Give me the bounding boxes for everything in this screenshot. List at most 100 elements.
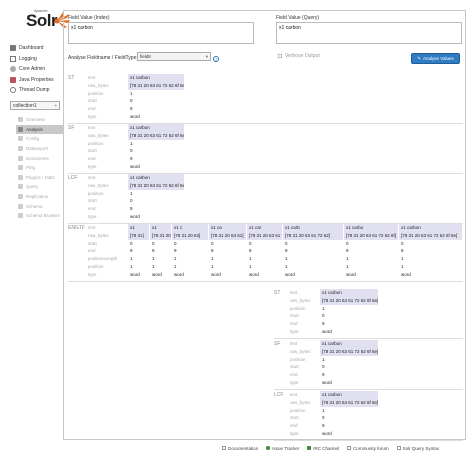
sub-item-replication[interactable]: Replication xyxy=(16,192,63,202)
divider xyxy=(68,280,463,282)
row-labels: text raw_bytes position start end type xyxy=(88,124,109,171)
query-value-label: Field Value (Query) xyxy=(276,15,319,21)
token-type: word xyxy=(174,271,184,277)
row-label: raw_bytes xyxy=(290,348,311,354)
token-text: x1 car xyxy=(247,224,282,232)
footer-query-syntax[interactable]: Solr Query Syntax xyxy=(396,446,439,451)
token-end: 9 xyxy=(130,248,133,254)
token-end: 9 xyxy=(401,248,404,254)
token-raw-bytes: [78 31 20] xyxy=(150,231,171,240)
token-position: 1 xyxy=(130,263,133,269)
token-type: word xyxy=(322,328,332,334)
sub-item-config[interactable]: Config xyxy=(16,134,63,144)
row-label: position xyxy=(290,305,306,311)
analyse-values-button[interactable]: ✎ Analyse Values xyxy=(411,53,460,64)
solr-logo[interactable]: Apache Solr xyxy=(12,2,70,38)
nav-core-admin[interactable]: Core Admin xyxy=(8,64,60,75)
nav-dashboard[interactable]: Dashboard xyxy=(8,43,60,54)
nav-label: Thread Dump xyxy=(19,87,50,94)
sub-item-ping[interactable]: Ping xyxy=(16,163,63,173)
stage-tag: SF xyxy=(68,125,75,131)
token-type: word xyxy=(152,271,162,277)
token-position: 1 xyxy=(401,263,404,269)
help-icon[interactable]: ? xyxy=(213,56,219,62)
nav-java-properties[interactable]: Java Properties xyxy=(8,75,60,86)
row-label: end xyxy=(88,106,96,112)
token-positionlength: 1 xyxy=(130,256,133,262)
irc-icon xyxy=(307,446,312,450)
row-labels: text raw_bytes start end positionLength posit… xyxy=(88,224,117,279)
footer-community-forum[interactable]: Community forum xyxy=(347,446,389,451)
nav-logging[interactable]: Logging xyxy=(8,54,60,65)
row-labels: text raw_bytes position start end type xyxy=(88,174,109,221)
footer-label: Documentation xyxy=(228,445,259,451)
token-start: 0 xyxy=(130,98,133,104)
token-end: 9 xyxy=(152,248,155,254)
row-label: position xyxy=(88,263,104,269)
row-label: text xyxy=(88,225,96,230)
index-value-input[interactable]: x1 carbon xyxy=(68,22,254,44)
dataimport-icon xyxy=(18,146,23,152)
row-label: text xyxy=(290,392,298,397)
sub-item-label: Replication xyxy=(26,194,49,200)
row-label: positionLength xyxy=(88,256,118,262)
sub-item-documents[interactable]: Documents xyxy=(16,153,63,163)
sub-item-query[interactable]: Query xyxy=(16,182,63,192)
row-label: raw_bytes xyxy=(88,82,109,88)
row-label: start xyxy=(88,240,97,246)
analysis-panel: Field Value (Index) x1 carbon Field Valu… xyxy=(63,10,466,441)
token-position: 1 xyxy=(346,263,349,269)
analysis-icon xyxy=(18,126,23,132)
sub-item-overview[interactable]: Overview xyxy=(16,115,63,125)
row-label: type xyxy=(290,379,299,385)
nav-thread-dump[interactable]: Thread Dump xyxy=(8,85,60,96)
token-end: 9 xyxy=(249,248,252,254)
verbose-output-toggle[interactable]: Verbose Output xyxy=(278,53,320,59)
token-positionlength: 1 xyxy=(152,256,155,262)
query-value-input[interactable]: x1 carbon xyxy=(276,22,462,44)
token-position: 1 xyxy=(285,263,288,269)
footer-documentation[interactable]: Documentation xyxy=(222,446,258,451)
sub-item-plugins[interactable]: Plugins / Stats xyxy=(16,173,63,183)
token-start: 0 xyxy=(346,240,349,246)
token-type: word xyxy=(401,271,411,277)
token-start: 0 xyxy=(174,240,177,246)
token-raw-bytes: [78 31 20 63 61 72 62 6f] xyxy=(344,231,398,240)
row-label: type xyxy=(88,271,97,277)
sub-item-analysis[interactable]: Analysis xyxy=(16,124,63,135)
divider xyxy=(274,439,463,441)
token-column: x1 carbon [78 31 20 63 61 72 62 6f 6e] 1 0 9… xyxy=(320,340,378,387)
footer-issue-tracker[interactable]: Issue Tracker xyxy=(266,446,299,451)
stage-tag: ENGTF xyxy=(68,225,85,231)
thread-icon xyxy=(10,87,16,94)
row-labels: text raw_bytes position start end type xyxy=(290,289,311,336)
token-end: 9 xyxy=(174,248,177,254)
row-label: raw_bytes xyxy=(88,182,109,188)
row-label: position xyxy=(88,90,104,96)
verbose-checkbox[interactable] xyxy=(278,54,282,58)
row-label: text xyxy=(88,175,96,180)
nav-label: Logging xyxy=(19,55,37,62)
schema-icon xyxy=(18,203,23,209)
sub-item-schema[interactable]: Schema xyxy=(16,201,63,211)
sub-item-label: Analysis xyxy=(26,126,43,132)
row-label: position xyxy=(290,356,306,362)
overview-icon xyxy=(18,117,23,123)
token-text: x1 carbon xyxy=(128,174,184,182)
token-column: x1 carb [78 31 20 63 61 72 62] 0 9 1 1 word xyxy=(283,224,343,279)
fieldtype-label: Analyse Fieldname / FieldType: xyxy=(68,55,138,61)
token-start: 0 xyxy=(249,240,252,246)
sub-item-dataimport[interactable]: Dataimport xyxy=(16,144,63,154)
core-selector[interactable]: collection1 ÷ xyxy=(10,101,60,110)
row-label: start xyxy=(88,148,97,154)
token-raw-bytes: [78 31 20 63 61 72 62] xyxy=(283,231,343,240)
row-label: start xyxy=(290,364,299,370)
sub-item-schema-browser[interactable]: Schema Browser xyxy=(16,211,63,221)
chevron-down-icon: ÷ xyxy=(54,102,57,109)
token-text: x1 ca xyxy=(209,224,246,232)
fieldtype-select[interactable]: field8 ▾ xyxy=(137,52,211,61)
row-label: end xyxy=(88,248,96,254)
nav-label: Dashboard xyxy=(19,45,44,52)
token-type: word xyxy=(130,113,140,119)
footer-irc-channel[interactable]: IRC Channel xyxy=(307,446,339,451)
